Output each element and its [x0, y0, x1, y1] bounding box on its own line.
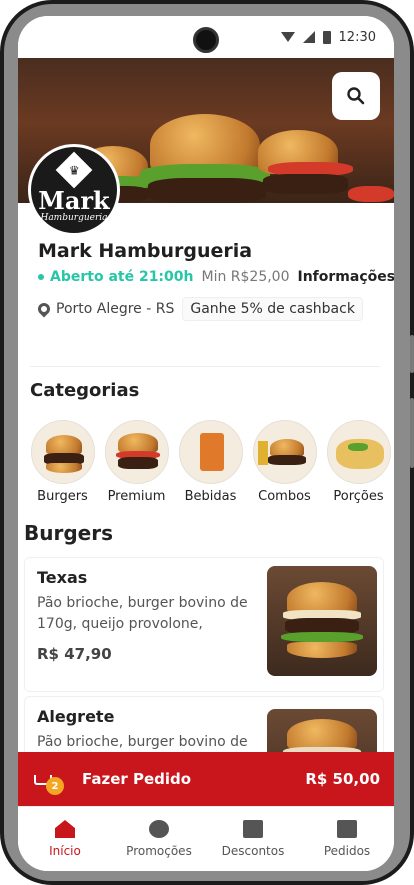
- front-camera: [193, 27, 219, 53]
- minimum-order: Min R$25,00: [201, 269, 290, 285]
- category-premium[interactable]: Premium: [104, 420, 169, 512]
- phone-frame: 12:30 ♛ Mark Hamburgueria Mark Hamburgue…: [0, 0, 414, 885]
- tab-label: Pedidos: [323, 844, 371, 858]
- order-total: R$ 50,00: [305, 770, 380, 788]
- patty-shape: [117, 457, 158, 469]
- location-pin-icon: [35, 300, 53, 318]
- lettuce-shape: [281, 632, 363, 642]
- tab-descontos[interactable]: Descontos: [206, 807, 300, 871]
- clipboard-check-icon: [337, 820, 357, 838]
- category-combos[interactable]: Combos: [252, 420, 317, 512]
- tab-label: Promoções: [126, 844, 192, 858]
- bottom-tab-bar: Início Promoções Descontos Pedidos: [18, 806, 394, 871]
- patty-shape: [148, 178, 266, 203]
- bun-shape: [45, 463, 82, 473]
- location-text: Porto Alegre - RS: [56, 301, 175, 317]
- category-porcoes[interactable]: Porções: [326, 420, 391, 512]
- tab-promocoes[interactable]: Promoções: [112, 807, 206, 871]
- category-label: Bebidas: [184, 489, 237, 504]
- patty-shape: [267, 455, 306, 465]
- tab-label: Início: [49, 844, 81, 858]
- category-label: Combos: [258, 489, 311, 504]
- ticket-icon: [243, 820, 263, 838]
- logo-subtext: Hamburgueria: [40, 213, 108, 223]
- category-burgers[interactable]: Burgers: [30, 420, 95, 512]
- volume-button: [410, 335, 414, 373]
- category-image: [178, 420, 243, 484]
- bun-shape: [117, 433, 158, 453]
- open-status-dot: [38, 274, 44, 280]
- cashback-badge: Ganhe 5% de cashback: [182, 297, 363, 321]
- categories-list: Burgers Premium Bebidas Combos Porções: [30, 420, 394, 512]
- cart-count-badge: 2: [46, 777, 64, 795]
- signal-icon: [302, 31, 315, 43]
- chef-hat-icon: ♛: [55, 151, 93, 189]
- category-image: [252, 420, 317, 484]
- place-order-bar[interactable]: 2 Fazer Pedido R$ 50,00: [18, 752, 394, 806]
- power-button: [410, 398, 414, 468]
- cart-icon: 2: [32, 767, 64, 795]
- tab-label: Descontos: [221, 844, 285, 858]
- search-button[interactable]: [332, 72, 380, 120]
- logo-text: Mark: [38, 186, 110, 215]
- category-label: Porções: [333, 489, 384, 504]
- category-image: [104, 420, 169, 484]
- wifi-icon: [280, 32, 295, 42]
- divider: [30, 366, 380, 367]
- category-image: [30, 420, 95, 484]
- tab-pedidos[interactable]: Pedidos: [300, 807, 394, 871]
- tomato-shape: [348, 186, 394, 202]
- tab-inicio[interactable]: Início: [18, 807, 112, 871]
- bun-shape: [45, 435, 82, 455]
- category-bebidas[interactable]: Bebidas: [178, 420, 243, 512]
- product-image: [267, 566, 377, 676]
- place-order-label: Fazer Pedido: [82, 770, 192, 788]
- store-name: Mark Hamburgueria: [38, 240, 253, 262]
- status-time: 12:30: [338, 29, 376, 45]
- open-status: Aberto até 21:00h: [50, 269, 194, 285]
- bun-shape: [287, 642, 357, 658]
- category-label: Premium: [107, 489, 166, 504]
- home-icon: [55, 820, 75, 838]
- drink-glass-shape: [199, 433, 224, 471]
- product-card-texas[interactable]: Texas Pão brioche, burger bovino de 170g…: [24, 557, 384, 692]
- info-link[interactable]: Informações: [298, 269, 395, 285]
- category-image: [326, 420, 391, 484]
- store-logo: ♛ Mark Hamburgueria: [28, 144, 120, 236]
- app-screen: 12:30 ♛ Mark Hamburgueria Mark Hamburgue…: [18, 16, 394, 871]
- categories-title: Categorias: [30, 380, 140, 401]
- category-label: Burgers: [37, 489, 88, 504]
- section-title: Burgers: [24, 521, 113, 545]
- product-description: Pão brioche, burger bovino de 170g, quei…: [37, 595, 248, 632]
- store-status-row: Aberto até 21:00h Min R$25,00 Informaçõe…: [38, 269, 394, 285]
- search-icon: [347, 87, 365, 105]
- percent-icon: [149, 820, 169, 838]
- fries-shape: [257, 441, 268, 465]
- patty-shape: [263, 174, 348, 194]
- lettuce-shape: [347, 443, 368, 451]
- location-row: Porto Alegre - RS Ganhe 5% de cashback: [35, 297, 363, 321]
- battery-icon: [322, 30, 331, 44]
